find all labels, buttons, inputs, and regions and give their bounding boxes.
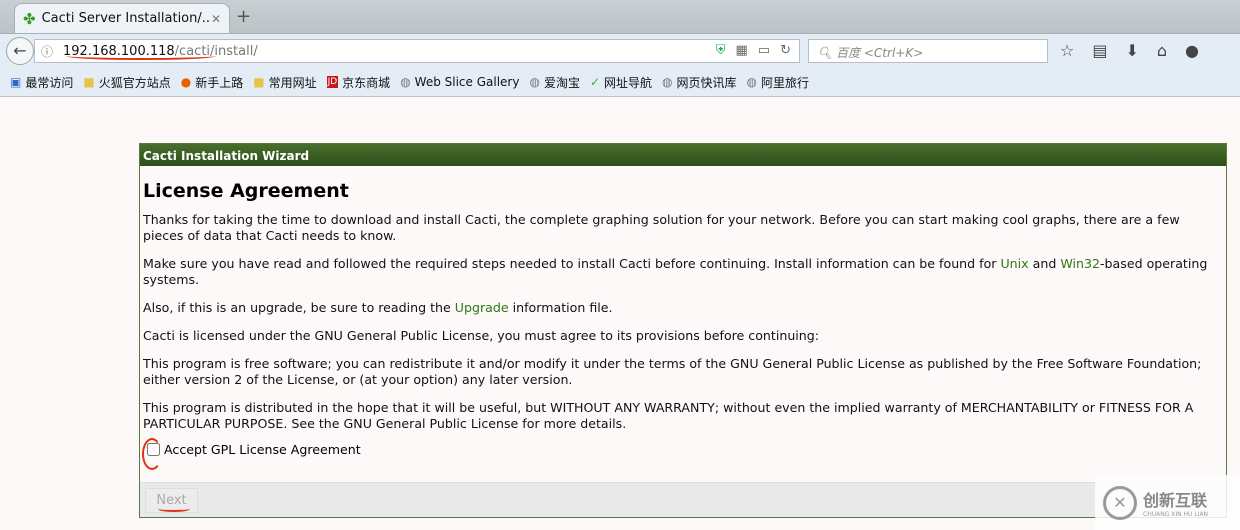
accept-gpl-row[interactable]: Accept GPL License Agreement <box>143 442 1223 457</box>
win32-link[interactable]: Win32 <box>1060 256 1100 271</box>
bookmark-label: Web Slice Gallery <box>414 75 520 89</box>
globe-icon: ◍ <box>529 75 540 89</box>
wizard-footer: Next <box>140 482 1226 517</box>
bookmark[interactable]: ◍ Web Slice Gallery <box>400 75 519 89</box>
back-arrow-icon[interactable]: ← <box>6 37 34 65</box>
search-input[interactable]: 🔍︎ 百度 <Ctrl+K> <box>808 39 1048 63</box>
text: information file. <box>508 300 613 315</box>
folder-icon: ■ <box>83 75 95 89</box>
watermark: ✕ 创新互联 CHUANG XIN HU LIAN <box>1095 475 1240 530</box>
chat-icon[interactable]: ● <box>1185 41 1199 60</box>
bookmark[interactable]: ■ 常用网址 <box>253 74 316 91</box>
upgrade-text: Also, if this is an upgrade, be sure to … <box>143 300 1223 316</box>
unix-link[interactable]: Unix <box>1000 256 1028 271</box>
close-tab-icon[interactable]: ✕ <box>211 12 221 26</box>
accept-gpl-label: Accept GPL License Agreement <box>164 442 361 457</box>
bookmark-label: 常用网址 <box>268 75 317 90</box>
shield-icon[interactable]: ⛨ <box>716 43 726 58</box>
bookmark-label: 阿里旅行 <box>761 75 810 90</box>
new-tab-icon[interactable]: + <box>236 6 251 27</box>
page-icon: ▣ <box>10 75 22 89</box>
firefox-icon: ● <box>180 75 192 89</box>
star-icon[interactable]: ☆ <box>1060 41 1074 60</box>
folder-icon: ■ <box>253 75 265 89</box>
reload-icon[interactable]: ↻ <box>780 43 791 58</box>
cactus-favicon-icon: ✤ <box>23 9 36 28</box>
tab-bar: ✤ Cacti Server Installation/... ✕ + <box>0 0 1240 33</box>
license-text-2: This program is distributed in the hope … <box>143 400 1194 431</box>
install-info-text: Make sure you have read and followed the… <box>143 256 1223 288</box>
reader-icon[interactable]: ▭ <box>758 43 770 58</box>
bookmark-label: 最常访问 <box>25 75 74 90</box>
qr-code-icon[interactable]: ▦ <box>736 43 748 58</box>
globe-icon: ◍ <box>662 75 673 89</box>
globe-icon: ◍ <box>746 75 758 89</box>
text: Make sure you have read and followed the… <box>143 256 1001 271</box>
bookmark[interactable]: ▣ 最常访问 <box>10 74 73 91</box>
bookmark[interactable]: ◍ 阿里旅行 <box>747 74 810 91</box>
watermark-name: 创新互联 <box>1143 491 1208 510</box>
page-title: License Agreement <box>143 180 349 202</box>
text: and <box>1028 256 1061 271</box>
bookmark-label: 网址导航 <box>604 75 653 90</box>
tab-title: Cacti Server Installation/... <box>41 11 211 26</box>
info-icon[interactable]: ⓘ <box>41 43 53 60</box>
bookmark[interactable]: JD 京东商城 <box>326 74 391 91</box>
license-intro: Cacti is licensed under the GNU General … <box>143 328 820 343</box>
globe-icon: ◍ <box>400 75 411 89</box>
home-icon[interactable]: ⌂ <box>1157 41 1167 60</box>
bookmark[interactable]: ■ 火狐官方站点 <box>83 74 170 91</box>
search-icon: 🔍︎ <box>817 46 837 60</box>
annotation-circle <box>142 438 162 470</box>
bookmark[interactable]: ◍ 网页快讯库 <box>662 74 737 91</box>
wizard-header: Cacti Installation Wizard <box>140 144 1226 166</box>
bookmark-label: 网页快讯库 <box>676 75 737 90</box>
hao-icon: ✓ <box>589 75 601 89</box>
bookmark[interactable]: ✓ 网址导航 <box>590 74 652 91</box>
text: Also, if this is an upgrade, be sure to … <box>143 300 455 315</box>
nav-bar: ← ⓘ 192.168.100.118/cacti/install/ ⛨ ▦ ▭… <box>0 33 1240 68</box>
upgrade-link[interactable]: Upgrade <box>455 300 509 315</box>
bookmark-label: 爱淘宝 <box>543 75 580 90</box>
tab-active[interactable]: ✤ Cacti Server Installation/... ✕ <box>14 3 230 33</box>
watermark-logo-icon: ✕ <box>1103 485 1137 520</box>
annotation-underline <box>66 52 216 60</box>
clipboard-icon[interactable]: ▤ <box>1092 41 1107 60</box>
bookmark-label: 京东商城 <box>342 75 391 90</box>
download-icon[interactable]: ⬇ <box>1125 41 1138 60</box>
watermark-sub: CHUANG XIN HU LIAN <box>1143 511 1209 518</box>
search-placeholder: 百度 <Ctrl+K> <box>836 46 924 60</box>
installation-wizard: Cacti Installation Wizard License Agreem… <box>139 143 1227 518</box>
intro-text: Thanks for taking the time to download a… <box>143 212 1180 243</box>
annotation-underline <box>158 506 190 512</box>
bookmark-label: 火狐官方站点 <box>98 75 171 90</box>
bookmarks-bar: ▣ 最常访问 ■ 火狐官方站点 ● 新手上路 ■ 常用网址 JD 京东商城 ◍ Web Sl… <box>0 68 1240 97</box>
jd-icon: JD <box>326 76 339 88</box>
bookmark-label: 新手上路 <box>195 75 244 90</box>
license-text-1: This program is free software; you can r… <box>143 356 1202 387</box>
bookmark[interactable]: ◍ 爱淘宝 <box>529 74 580 91</box>
bookmark[interactable]: ● 新手上路 <box>181 74 244 91</box>
